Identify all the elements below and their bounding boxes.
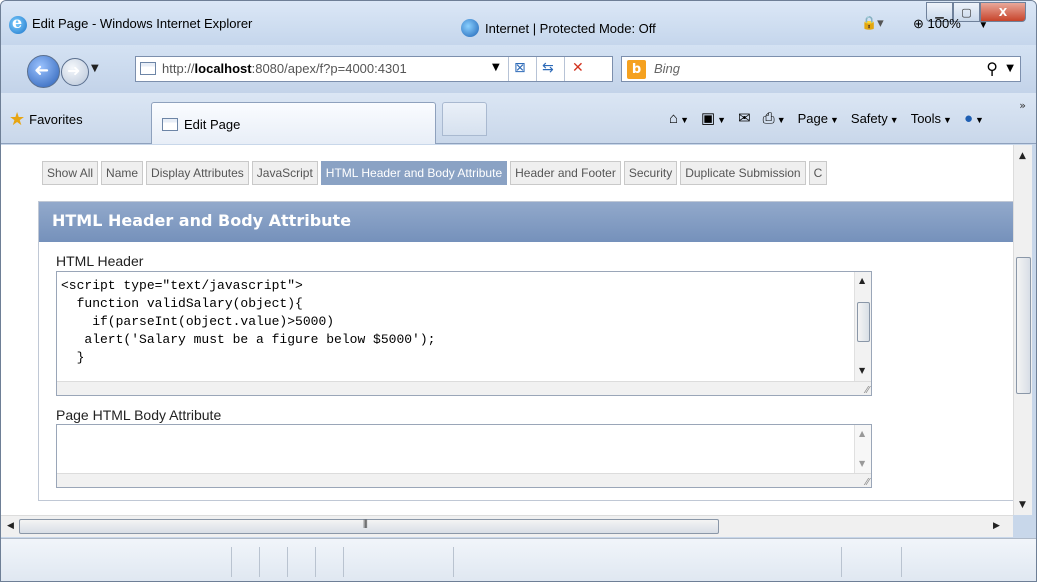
subtab-6[interactable]: Security bbox=[623, 161, 678, 185]
subtab-5[interactable]: Header and Footer bbox=[510, 161, 621, 185]
globe-icon bbox=[461, 19, 479, 37]
resize-handle[interactable]: ⁄⁄ bbox=[57, 473, 871, 488]
back-button[interactable] bbox=[27, 55, 60, 88]
zoom-level: 100% bbox=[927, 16, 961, 31]
favorites-label: Favorites bbox=[29, 112, 83, 127]
scroll-thumb[interactable]: ⦀ bbox=[19, 518, 719, 534]
command-bar: ⌂ ▼ ▣ ▼ ✉ ⎙ ▼ Page ▼ Safety ▼ Tools ▼ ● ▼ bbox=[669, 109, 984, 128]
resize-handle[interactable]: ⁄⁄ bbox=[57, 381, 871, 396]
help-button[interactable]: ● ▼ bbox=[964, 110, 984, 127]
body-attribute-label: Page HTML Body Attribute bbox=[56, 407, 222, 423]
browser-window: Edit Page - Windows Internet Explorer ▁ … bbox=[0, 0, 1037, 582]
section-tabs: Show All Name Display Attributes JavaScript… bbox=[42, 161, 828, 185]
safety-menu[interactable]: Safety ▼ bbox=[851, 111, 899, 126]
zoom-control[interactable]: ⊕ 100% ▼ bbox=[913, 16, 988, 32]
print-button[interactable]: ⎙ ▼ bbox=[763, 110, 786, 127]
subtab-2[interactable]: Display Attributes bbox=[146, 161, 249, 185]
window-title: Edit Page - Windows Internet Explorer bbox=[32, 16, 253, 31]
mail-icon: ✉ bbox=[738, 110, 751, 127]
address-bar[interactable]: http://localhost:8080/apex/f?p=4000:4301… bbox=[135, 56, 613, 82]
recent-pages-dropdown[interactable]: ▼ bbox=[91, 63, 99, 74]
scroll-down-icon[interactable]: ▼ bbox=[859, 366, 865, 375]
refresh-icon[interactable]: ⇆ bbox=[542, 60, 554, 76]
scroll-left-icon[interactable]: ◀ bbox=[7, 521, 14, 531]
search-icon[interactable]: ⚲ bbox=[986, 59, 998, 78]
tab-edit-page[interactable]: Edit Page bbox=[151, 102, 436, 144]
scroll-down-icon[interactable]: ▼ bbox=[1019, 500, 1026, 510]
scroll-up-icon[interactable]: ▲ bbox=[859, 276, 865, 285]
mail-button[interactable]: ✉ bbox=[738, 109, 751, 127]
region-title: HTML Header and Body Attribute bbox=[39, 202, 1013, 242]
page-icon bbox=[162, 118, 178, 131]
security-zone[interactable]: Internet | Protected Mode: Off bbox=[461, 19, 656, 37]
tab-label: Edit Page bbox=[184, 117, 241, 132]
url-text[interactable]: http://localhost:8080/apex/f?p=4000:4301 bbox=[162, 61, 407, 76]
search-box[interactable]: b Bing ⚲ ▼ bbox=[621, 56, 1021, 82]
html-header-code: <script type="text/javascript"> function… bbox=[61, 278, 436, 365]
ie-logo-icon bbox=[9, 13, 27, 34]
page-vertical-scrollbar[interactable]: ▲ ▼ bbox=[1013, 145, 1032, 515]
home-button[interactable]: ⌂ ▼ bbox=[669, 110, 689, 127]
forward-button[interactable] bbox=[61, 58, 89, 86]
html-header-scrollbar[interactable]: ▲ ▼ bbox=[854, 272, 871, 382]
html-header-textarea[interactable]: <script type="text/javascript"> function… bbox=[56, 271, 872, 396]
page-horizontal-scrollbar[interactable]: ◀ ⦀ ▶ bbox=[1, 515, 1013, 537]
subtab-1[interactable]: Name bbox=[101, 161, 144, 185]
favorites-button[interactable]: ★ Favorites bbox=[9, 109, 83, 130]
subtab-4[interactable]: HTML Header and Body Attribute bbox=[320, 161, 508, 185]
body-attribute-textarea[interactable]: ▲ ▼ ⁄⁄ bbox=[56, 424, 872, 488]
print-icon: ⎙ bbox=[762, 109, 775, 127]
new-tab-button[interactable] bbox=[442, 102, 487, 136]
compatibility-view-icon[interactable]: ⊠ bbox=[514, 60, 526, 76]
subtab-3[interactable]: JavaScript bbox=[251, 161, 318, 185]
protected-mode-icon[interactable]: 🔒▾ bbox=[861, 16, 884, 31]
tools-menu[interactable]: Tools ▼ bbox=[911, 111, 952, 126]
home-icon: ⌂ bbox=[669, 109, 679, 127]
page-content: Show All Name Display Attributes JavaScript… bbox=[1, 145, 1013, 515]
bing-icon: b bbox=[627, 60, 646, 79]
scroll-thumb[interactable] bbox=[1016, 257, 1031, 394]
page-icon bbox=[140, 62, 156, 75]
scroll-up-icon[interactable]: ▲ bbox=[1019, 151, 1026, 161]
scroll-down-icon[interactable]: ▼ bbox=[859, 459, 865, 468]
html-header-label: HTML Header bbox=[56, 253, 144, 269]
page-menu[interactable]: Page ▼ bbox=[798, 111, 839, 126]
feeds-button[interactable]: ▣ ▼ bbox=[701, 109, 726, 127]
body-attribute-scrollbar[interactable]: ▲ ▼ bbox=[854, 425, 871, 474]
scroll-thumb[interactable] bbox=[857, 302, 870, 342]
subtab-0[interactable]: Show All bbox=[42, 161, 99, 185]
address-dropdown-icon[interactable]: ▼ bbox=[492, 62, 500, 73]
subtab-8[interactable]: C bbox=[808, 161, 828, 185]
feed-icon: ▣ bbox=[700, 110, 716, 127]
status-bar bbox=[1, 538, 1036, 581]
star-icon: ★ bbox=[9, 109, 26, 129]
zone-text: Internet | Protected Mode: Off bbox=[485, 20, 656, 36]
html-header-region: HTML Header and Body Attribute HTML Head… bbox=[38, 201, 1013, 501]
zoom-dropdown-icon[interactable]: ▼ bbox=[978, 20, 988, 31]
help-icon: ● bbox=[963, 109, 974, 127]
zoom-icon: ⊕ bbox=[913, 16, 924, 31]
search-input[interactable]: Bing bbox=[654, 61, 680, 76]
scroll-right-icon[interactable]: ▶ bbox=[993, 521, 1000, 531]
search-options-icon[interactable]: ▼ bbox=[1006, 63, 1014, 74]
scroll-up-icon[interactable]: ▲ bbox=[859, 429, 865, 438]
subtab-7[interactable]: Duplicate Submission bbox=[680, 161, 806, 185]
stop-icon[interactable]: ✕ bbox=[572, 60, 584, 76]
toolbar-overflow-icon[interactable]: » bbox=[1019, 99, 1026, 112]
